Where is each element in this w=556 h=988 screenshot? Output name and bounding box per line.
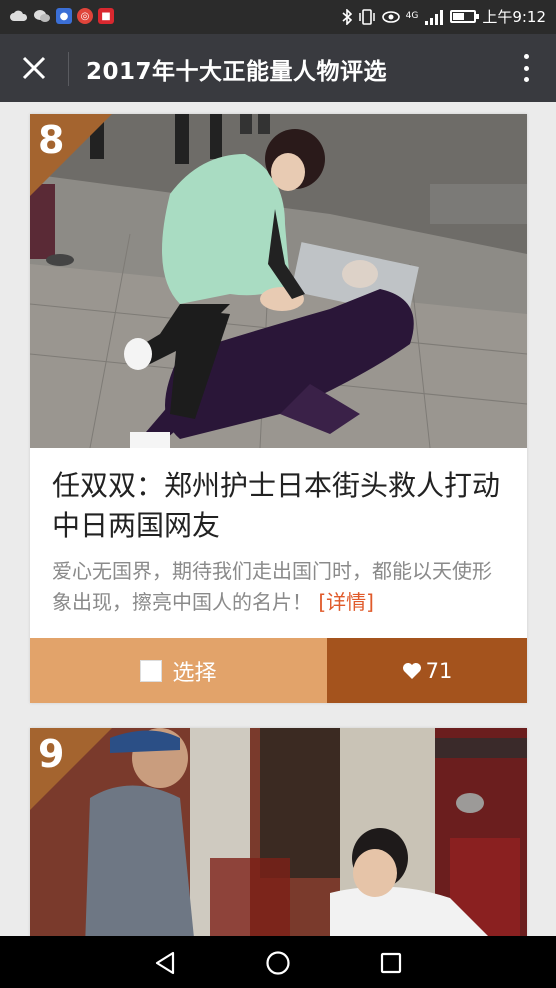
wechat-icon — [34, 10, 50, 22]
cloud-icon — [10, 10, 28, 21]
description-text: 爱心无国界，期待我们走出国门时，都能以天使形象出现，擦亮中国人的名片！ — [52, 559, 492, 614]
eye-comfort-icon — [381, 10, 400, 23]
select-label: 选择 — [172, 660, 217, 686]
clock: 上午9:12 — [482, 8, 546, 26]
candidate-card: 9 — [30, 728, 527, 936]
baidu-icon: ● — [56, 8, 72, 24]
page-content[interactable]: 8 任双双：郑州护士日本街头救人打动中日两国网友 爱心无国界，期待我们走出国门时… — [0, 102, 556, 936]
vibrate-icon — [358, 8, 375, 25]
candidate-photo[interactable]: 9 — [30, 728, 527, 936]
back-triangle-icon — [155, 951, 175, 975]
checkbox-icon[interactable] — [140, 659, 163, 682]
page-title: 2017年十大正能量人物评选 — [86, 59, 388, 85]
vote-button[interactable]: 71 — [327, 638, 527, 703]
network-type: 4G — [405, 11, 419, 21]
battery-icon — [450, 10, 480, 23]
recents-square-icon — [380, 952, 402, 974]
status-bar: ● ◎ ■ 4G 上午9:12 — [0, 0, 556, 34]
recents-button[interactable] — [376, 948, 406, 978]
header-divider — [68, 52, 69, 86]
app-bar: 2017年十大正能量人物评选 — [0, 34, 556, 102]
details-link[interactable]: [详情] — [318, 590, 374, 614]
navigation-bar — [0, 936, 556, 988]
select-button[interactable]: 选择 — [30, 638, 327, 703]
candidate-card: 8 任双双：郑州护士日本街头救人打动中日两国网友 爱心无国界，期待我们走出国门时… — [30, 114, 527, 703]
close-button[interactable] — [14, 48, 54, 88]
more-options-button[interactable] — [514, 50, 538, 86]
more-vertical-icon — [523, 54, 529, 59]
candidate-photo[interactable]: 8 — [30, 114, 527, 448]
bluetooth-icon — [342, 8, 352, 25]
news-app-icon: ■ — [98, 8, 114, 24]
rank-number: 9 — [38, 732, 65, 776]
home-circle-icon — [266, 951, 290, 975]
weibo-icon: ◎ — [77, 8, 93, 24]
signal-icon — [425, 9, 444, 25]
back-button[interactable] — [150, 948, 180, 978]
card-title[interactable]: 任双双：郑州护士日本街头救人打动中日两国网友 — [30, 448, 527, 546]
card-description: 爱心无国界，期待我们走出国门时，都能以天使形象出现，擦亮中国人的名片！ [详情] — [30, 546, 527, 638]
rank-number: 8 — [38, 118, 65, 162]
vote-count: 71 — [425, 658, 453, 683]
card-actions: 选择 71 — [30, 638, 527, 703]
home-button[interactable] — [263, 948, 293, 978]
notification-icons: ● ◎ ■ — [10, 8, 114, 24]
heart-icon — [402, 662, 421, 679]
close-icon — [22, 56, 46, 80]
